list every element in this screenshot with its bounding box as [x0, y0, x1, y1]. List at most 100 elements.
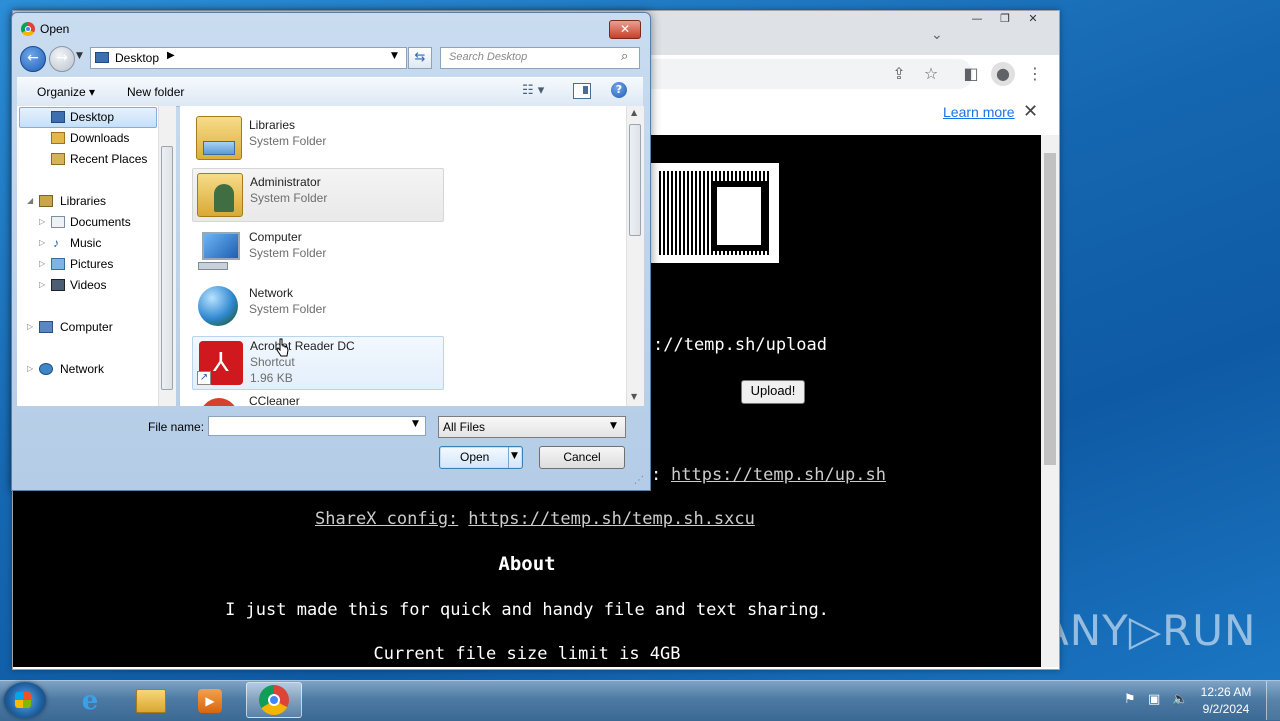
open-button-divider: [508, 447, 509, 468]
file-explorer-icon[interactable]: [136, 689, 166, 713]
libraries-icon: [39, 195, 53, 207]
expand-triangle-icon[interactable]: ▷: [39, 212, 45, 232]
expand-triangle-icon[interactable]: ▷: [39, 275, 45, 295]
scroll-down-icon[interactable]: ▼: [631, 392, 637, 401]
nav-item-pictures[interactable]: ▷ Pictures: [17, 254, 161, 274]
dialog-close-button[interactable]: ✕: [609, 20, 641, 39]
show-desktop-button[interactable]: [1266, 681, 1280, 720]
collapse-triangle-icon[interactable]: ◢: [27, 191, 33, 211]
network-tray-icon[interactable]: ▣: [1148, 692, 1160, 707]
file-name: Computer: [249, 230, 302, 244]
learn-more-link[interactable]: Learn more: [943, 104, 1015, 120]
ccleaner-icon: [196, 396, 242, 406]
file-list-scrollbar[interactable]: ▲ ▼: [626, 106, 644, 406]
clock-time[interactable]: 12:26 AM: [1196, 685, 1256, 699]
help-icon[interactable]: ?: [611, 82, 627, 98]
nav-item-libraries[interactable]: ◢ Libraries: [17, 191, 161, 211]
file-type: System Folder: [249, 134, 327, 148]
nav-item-network[interactable]: ▷ Network: [17, 359, 161, 379]
minimize-button[interactable]: —: [963, 11, 991, 29]
acrobat-reader-icon: ⅄ ↗: [197, 341, 243, 385]
file-name: Network: [249, 286, 294, 300]
action-center-flag-icon[interactable]: ⚑: [1124, 692, 1136, 707]
file-list-scrollbar-thumb[interactable]: [629, 124, 641, 236]
preview-pane-icon[interactable]: [573, 83, 591, 99]
forward-arrow-icon[interactable]: →: [49, 46, 75, 72]
chrome-logo-icon: [21, 22, 35, 36]
file-item-acrobat-reader[interactable]: ⅄ ↗ Acrobat Reader DC Shortcut 1.96 KB: [192, 336, 444, 390]
expand-triangle-icon[interactable]: ▷: [39, 254, 45, 274]
menu-kebab-icon[interactable]: ⋮: [1023, 62, 1047, 86]
expand-triangle-icon[interactable]: ▷: [27, 359, 33, 379]
file-item-libraries[interactable]: Libraries System Folder: [192, 112, 442, 164]
nav-item-label: Videos: [70, 278, 107, 292]
nav-item-recent-places[interactable]: Recent Places: [17, 149, 161, 169]
nav-item-downloads[interactable]: Downloads: [17, 128, 161, 148]
file-item-computer[interactable]: Computer System Folder: [192, 224, 442, 276]
refresh-icon[interactable]: ⇆: [408, 47, 432, 69]
file-type-dropdown-icon[interactable]: ▼: [610, 421, 617, 431]
anyrun-watermark: ANY▷RUN: [1040, 606, 1257, 655]
new-folder-button[interactable]: New folder: [127, 85, 184, 99]
nav-item-music[interactable]: ▷ ♪ Music: [17, 233, 161, 253]
windows-logo-icon: [15, 692, 31, 708]
libraries-folder-icon: [196, 116, 242, 160]
side-panel-icon[interactable]: ◧: [959, 62, 983, 86]
organize-button[interactable]: Organize ▾: [37, 85, 95, 99]
nav-item-label: Pictures: [70, 257, 114, 271]
media-player-icon[interactable]: ▶: [198, 689, 222, 713]
scroll-up-icon[interactable]: ▲: [631, 108, 637, 117]
desktop-icon: [51, 111, 65, 123]
file-item-ccleaner[interactable]: CCleaner: [192, 392, 442, 406]
nav-pane-scrollbar[interactable]: [158, 106, 176, 406]
pictures-icon: [51, 258, 65, 270]
file-type-select[interactable]: All Files: [438, 416, 626, 438]
address-breadcrumb-desktop[interactable]: Desktop: [115, 51, 159, 65]
file-item-administrator[interactable]: Administrator System Folder: [192, 168, 444, 222]
upload-button[interactable]: Upload!: [741, 380, 805, 404]
cancel-button[interactable]: Cancel: [539, 446, 625, 469]
infobar-close-icon[interactable]: ✕: [1023, 101, 1038, 122]
volume-icon[interactable]: 🔈: [1172, 692, 1188, 707]
file-name-input[interactable]: [208, 416, 426, 436]
nav-item-label: Downloads: [70, 131, 130, 145]
address-dropdown-icon[interactable]: ▼: [391, 51, 398, 61]
share-icon[interactable]: ⇪: [887, 62, 911, 86]
internet-explorer-icon[interactable]: e: [76, 687, 104, 715]
clock-date[interactable]: 9/2/2024: [1196, 702, 1256, 716]
file-name-dropdown-icon[interactable]: ▼: [412, 419, 419, 429]
search-icon[interactable]: ⌕: [621, 49, 628, 64]
maximize-button[interactable]: ❐: [991, 11, 1019, 29]
nav-item-documents[interactable]: ▷ Documents: [17, 212, 161, 232]
computer-icon: [39, 321, 53, 333]
expand-triangle-icon[interactable]: ▷: [39, 233, 45, 253]
resize-grip-icon[interactable]: ⋰: [634, 475, 644, 486]
address-bar[interactable]: Desktop ▶ ▼: [90, 47, 407, 69]
nav-item-computer[interactable]: ▷ Computer: [17, 317, 161, 337]
upsh-link[interactable]: https://temp.sh/up.sh: [671, 465, 886, 485]
breadcrumb-chevron-icon[interactable]: ▶: [167, 50, 175, 61]
open-file-dialog: Open ✕ ← → ▼ Desktop ▶ ▼ ⇆ Search Deskto…: [11, 12, 651, 491]
change-view-icon[interactable]: ☷ ▾: [522, 83, 544, 98]
nav-item-videos[interactable]: ▷ Videos: [17, 275, 161, 295]
bookmark-star-icon[interactable]: ☆: [919, 62, 943, 86]
search-input[interactable]: Search Desktop ⌕: [440, 47, 640, 69]
page-scrollbar-thumb[interactable]: [1044, 153, 1056, 465]
sharex-config-link[interactable]: https://temp.sh/temp.sh.sxcu: [468, 509, 755, 529]
file-name: Libraries: [249, 118, 296, 132]
file-size: 1.96 KB: [250, 371, 293, 385]
documents-icon: [51, 216, 65, 228]
page-scrollbar[interactable]: [1041, 135, 1059, 667]
expand-triangle-icon[interactable]: ▷: [27, 317, 33, 337]
recent-locations-chevron-icon[interactable]: ▼: [76, 51, 83, 61]
file-item-network[interactable]: Network System Folder: [192, 280, 442, 332]
nav-item-label: Computer: [60, 320, 113, 334]
back-arrow-icon[interactable]: ←: [20, 46, 46, 72]
nav-pane-scrollbar-thumb[interactable]: [161, 146, 173, 390]
window-close-button[interactable]: ✕: [1019, 11, 1047, 29]
open-options-dropdown-icon[interactable]: ▼: [511, 451, 518, 461]
nav-item-desktop[interactable]: Desktop: [17, 107, 161, 127]
profile-avatar-icon[interactable]: ●: [991, 62, 1015, 86]
tab-search-chevron-icon[interactable]: ⌄: [931, 27, 943, 43]
navigation-pane: Desktop Downloads Recent Places ◢ Librar…: [17, 106, 176, 406]
